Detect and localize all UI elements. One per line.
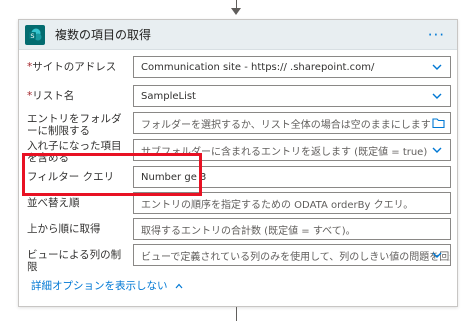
action-card-header[interactable]: S 複数の項目の取得 ··· [19, 20, 457, 50]
chevron-up-icon [175, 283, 182, 288]
chevron-down-icon [432, 93, 442, 99]
folder-limit-label: エントリをフォルダーに制限する [27, 113, 122, 137]
site-address-dropdown[interactable]: Communication site - https:// .sharepoin… [133, 56, 451, 78]
action-title: 複数の項目の取得 [55, 28, 152, 42]
more-options-icon[interactable]: ··· [428, 26, 445, 44]
svg-text:S: S [30, 32, 34, 40]
chevron-down-icon [432, 64, 442, 70]
site-address-label: *サイトのアドレス [27, 61, 117, 73]
chevron-down-icon [432, 147, 442, 153]
folder-icon[interactable] [432, 117, 445, 129]
hide-advanced-options-link[interactable]: 詳細オプションを表示しない [31, 278, 184, 293]
flow-connector-bottom [236, 307, 237, 321]
order-by-label: 並べ替え順 [27, 197, 80, 209]
view-columns-dropdown[interactable]: ビューで定義されている列のみを使用して、列のしきい値の問題を回避 [133, 244, 451, 266]
folder-limit-input[interactable]: フォルダーを選択するか、リスト全体の場合は空のままにします [133, 112, 451, 134]
view-columns-label: ビューによる列の制限 [27, 249, 122, 273]
top-count-input[interactable]: 取得するエントリの合計数 (既定値 = すべて)。 [133, 218, 451, 240]
list-name-label: *リスト名 [27, 90, 75, 102]
top-count-label: 上から順に取得 [27, 223, 101, 235]
flow-arrow-icon [231, 8, 241, 15]
sharepoint-icon: S [25, 24, 45, 45]
chevron-down-icon [432, 252, 442, 258]
list-name-dropdown[interactable]: SampleList [133, 85, 451, 107]
filter-query-highlight-box [22, 153, 202, 196]
